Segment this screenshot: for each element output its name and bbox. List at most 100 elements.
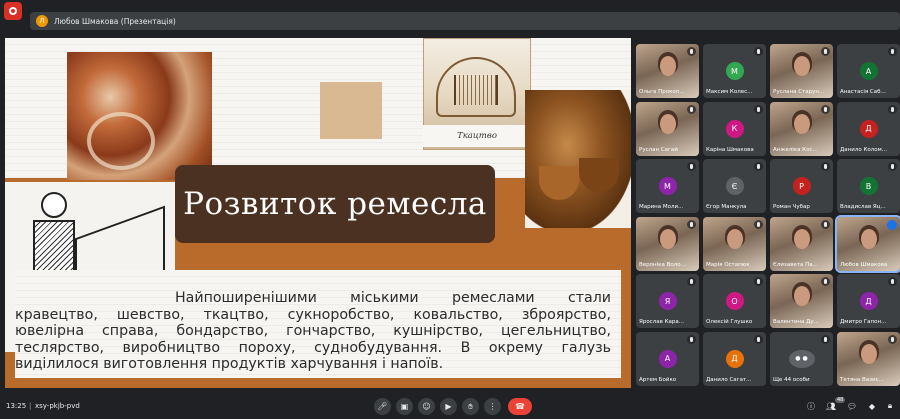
- mic-off-icon[interactable]: [888, 104, 897, 114]
- more-participants-icon: ● ●: [788, 349, 815, 368]
- participant-name: Анжеліка Кос...: [773, 146, 818, 153]
- camera-icon: ▣: [400, 402, 409, 411]
- participant-avatar: М: [658, 177, 677, 195]
- participant-tile[interactable]: Ольга Прокоп...: [636, 44, 699, 98]
- participant-name: Тетяна Вазис...: [840, 376, 884, 383]
- participant-tile[interactable]: Я Ярослав Кара...: [636, 274, 699, 328]
- mic-off-icon[interactable]: [754, 162, 763, 171]
- mic-off-icon[interactable]: [687, 47, 696, 56]
- participant-tile[interactable]: Тетяна Вазис...: [837, 331, 900, 386]
- wooden-bowls-image: [525, 90, 631, 228]
- participant-tile[interactable]: В Владислав Яц...: [837, 159, 900, 213]
- activities-button[interactable]: ◆: [866, 400, 878, 412]
- info-button[interactable]: ⓘ: [805, 400, 817, 412]
- mic-off-icon[interactable]: [888, 162, 897, 171]
- participant-tile[interactable]: Руслан Сагай: [636, 101, 699, 156]
- participant-name: Артем Бойко: [639, 376, 677, 383]
- separator: |: [29, 402, 32, 410]
- participant-tile[interactable]: М Марина Моли...: [636, 159, 699, 213]
- mic-off-icon[interactable]: [821, 47, 830, 56]
- bottom-bar: 13:25 | xsy-pkjb-pvd 🎤︎ ▣ ☺ ▶ ✋︎ ⋮ ☎ ⓘ 👥…: [0, 395, 900, 419]
- mic-off-icon[interactable]: [821, 219, 830, 229]
- mic-off-icon[interactable]: [754, 334, 763, 344]
- mic-off-icon[interactable]: [888, 277, 897, 286]
- pin-icon[interactable]: [887, 219, 897, 230]
- participant-name: Ще 44 особи: [773, 376, 810, 383]
- present-button[interactable]: ▶: [440, 398, 457, 415]
- presenter-avatar: Л: [36, 15, 48, 27]
- present-icon: ▶: [445, 402, 452, 411]
- participant-name: Роман Чубар: [773, 204, 810, 210]
- mic-off-icon[interactable]: [754, 104, 763, 114]
- presentation-slide: Ткацтво Розвиток ремесла Найпоширенішими…: [5, 38, 631, 388]
- participant-tile[interactable]: Анжеліка Кос...: [770, 101, 833, 156]
- weaving-caption: Ткацтво: [423, 125, 531, 147]
- participant-name: Владислав Яц...: [840, 204, 886, 210]
- participant-avatar: В: [859, 177, 878, 195]
- participant-tile[interactable]: Р Роман Чубар: [770, 159, 833, 213]
- participant-tile[interactable]: М Максим Колес...: [703, 44, 766, 98]
- participants-grid: Ольга Прокоп... М Максим Колес... Руслана С…: [636, 44, 900, 387]
- participant-face: [659, 228, 676, 249]
- participant-tile[interactable]: Д Данило Сагат...: [703, 331, 766, 386]
- mic-off-icon[interactable]: [754, 47, 763, 56]
- emoji-icon: ☺: [422, 402, 431, 411]
- participant-tile[interactable]: А Анастасія Саб...: [837, 44, 900, 98]
- participant-avatar: Р: [792, 177, 811, 195]
- participant-face: [793, 286, 810, 306]
- participant-face: [793, 56, 810, 76]
- participant-face: [726, 228, 743, 249]
- participant-name: Єлизавета Па...: [773, 261, 818, 268]
- mic-off-icon[interactable]: [821, 162, 830, 171]
- participant-tile[interactable]: ● ● Ще 44 особи: [770, 331, 833, 386]
- presenter-label: Любов Шмакова (Презентація): [54, 16, 176, 26]
- chat-button[interactable]: 💬︎: [846, 400, 858, 412]
- mic-off-icon[interactable]: [687, 162, 696, 171]
- reactions-button[interactable]: ☺: [418, 398, 435, 415]
- participant-avatar: М: [725, 62, 744, 80]
- mic-off-icon[interactable]: [888, 334, 897, 344]
- participant-tile[interactable]: Вероніка Воло...: [636, 216, 699, 271]
- mic-off-icon[interactable]: [888, 47, 897, 56]
- mic-button[interactable]: 🎤︎: [374, 398, 391, 415]
- mic-off-icon[interactable]: [754, 277, 763, 286]
- participant-avatar: Є: [725, 177, 744, 195]
- slide-text-box: Найпоширенішими міськими ремеслами стали…: [15, 270, 621, 378]
- recording-icon: [4, 2, 22, 20]
- mic-off-icon[interactable]: [821, 104, 830, 114]
- participant-name: Данило Сагат...: [706, 376, 752, 383]
- participant-tile[interactable]: Марія Остапюк: [703, 216, 766, 271]
- participant-tile[interactable]: Єлизавета Па...: [770, 216, 833, 271]
- lock-button[interactable]: 🔒︎: [884, 400, 896, 412]
- participant-tile[interactable]: К Каріна Шмакова: [703, 101, 766, 156]
- participant-name: Руслан Сагай: [639, 146, 678, 153]
- participant-tile[interactable]: Валентина Ду...: [770, 274, 833, 328]
- leave-call-button[interactable]: ☎: [508, 398, 532, 415]
- mic-off-icon[interactable]: [687, 334, 696, 344]
- mic-off-icon[interactable]: [687, 277, 696, 286]
- presenter-chip[interactable]: Л Любов Шмакова (Презентація): [30, 12, 900, 30]
- participant-face: [659, 56, 676, 76]
- camera-button[interactable]: ▣: [396, 398, 413, 415]
- participant-tile[interactable]: А Артем Бойко: [636, 331, 699, 386]
- shapes-icon: ◆: [868, 401, 876, 411]
- mic-off-icon[interactable]: [687, 219, 696, 229]
- mic-off-icon[interactable]: [821, 277, 830, 286]
- mic-off-icon[interactable]: [687, 104, 696, 114]
- participant-tile[interactable]: Є Єгор Манкула: [703, 159, 766, 213]
- participant-name: Марія Остапюк: [706, 261, 750, 268]
- participant-tile[interactable]: Руслана Старун...: [770, 44, 833, 98]
- participant-tile[interactable]: О Олексій Глушко: [703, 274, 766, 328]
- raise-hand-button[interactable]: ✋︎: [462, 398, 479, 415]
- participant-tile[interactable]: Д Дмитро Гапон...: [837, 274, 900, 328]
- slide-title-box: Розвиток ремесла: [175, 165, 495, 243]
- more-options-button[interactable]: ⋮: [484, 398, 501, 415]
- mic-off-icon[interactable]: [754, 219, 763, 229]
- chat-icon: 💬︎: [846, 401, 858, 411]
- participant-tile[interactable]: Д Данило Колом...: [837, 101, 900, 156]
- participant-tile[interactable]: Любов Шмакова: [835, 214, 900, 273]
- parchment-square: [320, 82, 382, 139]
- participant-count-badge: 48: [835, 397, 846, 403]
- participant-name: Каріна Шмакова: [706, 146, 754, 153]
- mic-off-icon[interactable]: [821, 334, 830, 344]
